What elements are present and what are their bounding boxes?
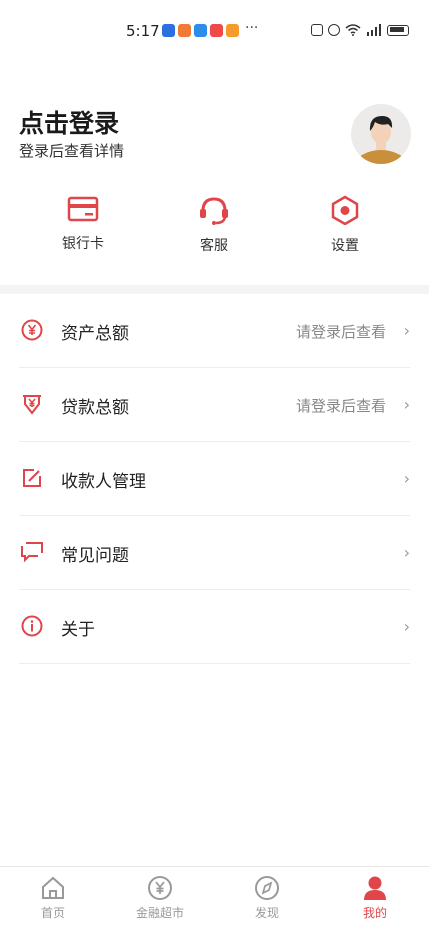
menu-item-payees[interactable]: 收款人管理 › <box>19 442 410 516</box>
nav-label: 我的 <box>362 906 387 920</box>
yuan-circle-icon <box>21 319 43 341</box>
nav-mine[interactable]: 我的 <box>335 875 415 921</box>
chevron-right-icon: › <box>403 469 410 488</box>
menu-hint: 请登录后查看 <box>295 323 386 341</box>
alarm-icon <box>328 24 340 36</box>
avatar[interactable] <box>351 104 411 164</box>
edit-icon <box>23 469 41 487</box>
menu-label: 关于 <box>61 620 95 640</box>
chat-icon <box>21 542 43 563</box>
nav-market[interactable]: 金融超市 <box>120 875 200 921</box>
yuan-market-icon <box>148 876 172 900</box>
info-icon <box>21 615 43 637</box>
menu-item-assets[interactable]: 资产总额 请登录后查看 › <box>19 294 410 368</box>
menu-label: 收款人管理 <box>61 472 146 492</box>
menu-item-faq[interactable]: 常见问题 › <box>19 516 410 590</box>
quick-label: 设置 <box>331 238 359 254</box>
bottom-nav: 首页 金融超市 发现 我的 <box>0 866 429 930</box>
menu-label: 常见问题 <box>61 546 129 566</box>
home-icon <box>42 876 64 899</box>
section-divider <box>0 285 429 294</box>
avatar-icon <box>355 116 407 164</box>
quick-settings[interactable]: 设置 <box>305 195 385 255</box>
user-icon <box>364 876 386 900</box>
settings-hexagon-icon <box>331 195 359 225</box>
quick-bank-card[interactable]: 银行卡 <box>43 195 123 253</box>
app-notification-icon <box>226 24 239 37</box>
menu-list: 资产总额 请登录后查看 › 贷款总额 请登录后查看 › 收款人管理 › 常见问题… <box>19 294 410 664</box>
compass-icon <box>255 876 279 900</box>
notification-icons <box>162 24 239 37</box>
menu-hint: 请登录后查看 <box>295 397 386 415</box>
menu-item-loans[interactable]: 贷款总额 请登录后查看 › <box>19 368 410 442</box>
status-more: ··· <box>245 20 259 36</box>
nav-label: 首页 <box>40 906 65 920</box>
app-notification-icon <box>210 24 223 37</box>
chevron-right-icon: › <box>403 543 410 562</box>
chevron-right-icon: › <box>403 617 410 636</box>
login-title[interactable]: 点击登录 <box>19 104 119 140</box>
menu-label: 资产总额 <box>61 324 129 344</box>
app-notification-icon <box>162 24 175 37</box>
nfc-icon <box>311 24 323 36</box>
headset-icon <box>200 197 228 225</box>
menu-label: 贷款总额 <box>61 398 129 418</box>
signal-icon <box>367 24 381 36</box>
quick-label: 客服 <box>200 238 228 254</box>
chevron-right-icon: › <box>403 321 410 340</box>
system-icons <box>311 24 409 36</box>
status-bar: 5:17 ··· <box>0 0 429 62</box>
quick-actions: 银行卡 客服 设置 <box>0 195 429 265</box>
login-subtitle: 登录后查看详情 <box>19 142 125 160</box>
status-time: 5:17 <box>126 22 160 40</box>
loan-yuan-icon <box>23 395 41 415</box>
app-notification-icon <box>178 24 191 37</box>
wifi-icon <box>345 24 361 36</box>
nav-discover[interactable]: 发现 <box>227 875 307 921</box>
nav-home[interactable]: 首页 <box>13 875 93 921</box>
chevron-right-icon: › <box>403 395 410 414</box>
app-notification-icon <box>194 24 207 37</box>
bank-card-icon <box>67 196 99 222</box>
menu-item-about[interactable]: 关于 › <box>19 590 410 664</box>
battery-icon <box>387 24 409 36</box>
nav-label: 发现 <box>254 906 279 920</box>
quick-label: 银行卡 <box>62 236 104 252</box>
quick-customer-service[interactable]: 客服 <box>174 195 254 255</box>
nav-label: 金融超市 <box>135 906 184 920</box>
